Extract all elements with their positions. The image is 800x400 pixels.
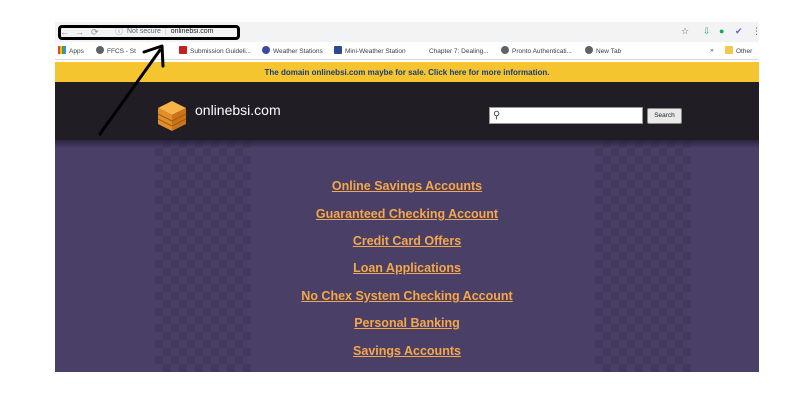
pdf-icon	[179, 46, 187, 54]
search-input[interactable]: ⚲	[489, 107, 643, 124]
grammarly-icon[interactable]: ●	[719, 26, 724, 37]
background-pattern	[595, 140, 691, 372]
main-content: Online Savings Accounts Guaranteed Check…	[55, 140, 759, 372]
site-header: onlinebsi.com ⚲ Search	[55, 82, 759, 140]
link-no-chex-system-checking[interactable]: No Chex System Checking Account	[55, 288, 759, 304]
apps-grid-icon	[58, 46, 66, 54]
link-guaranteed-checking-account[interactable]: Guaranteed Checking Account	[55, 206, 759, 222]
bookmarks-bar: Apps FFCS - St Submission Guideli... Wea…	[55, 42, 759, 60]
globe-icon	[585, 46, 593, 54]
bookmark-label: Weather Stations	[273, 48, 323, 55]
bookmark-apps[interactable]: Apps	[58, 46, 84, 57]
logo-cube-icon	[157, 101, 187, 131]
globe-icon	[96, 46, 104, 54]
bookmark-chapter7[interactable]: Chapter 7: Dealing...	[418, 46, 489, 57]
extension-icon[interactable]: ⇩	[703, 26, 711, 37]
search-icon: ⚲	[493, 110, 501, 121]
page-icon	[418, 46, 426, 54]
star-icon[interactable]: ☆	[681, 26, 689, 37]
bookmark-label: New Tab	[596, 48, 622, 55]
bookmark-new-tab[interactable]: New Tab	[585, 46, 621, 57]
link-online-savings-accounts[interactable]: Online Savings Accounts	[55, 178, 759, 194]
bookmark-label: FFCS - St	[107, 48, 136, 55]
header-shadow	[55, 140, 759, 148]
background-pattern	[155, 140, 251, 372]
folder-icon	[725, 46, 733, 54]
site-logo-text[interactable]: onlinebsi.com	[195, 102, 281, 118]
url-highlight-annotation	[58, 25, 240, 40]
globe-icon	[501, 46, 509, 54]
link-savings-accounts[interactable]: Savings Accounts	[55, 343, 759, 359]
address-bar: ← → ⟳ ⓘ Not secure | onlinebsi.com ☆ ⇩ ● ✔…	[55, 22, 759, 42]
bookmark-label: Apps	[69, 48, 84, 55]
bookmark-label: Other	[736, 48, 753, 55]
bookmark-pronto[interactable]: Pronto Authenticati...	[501, 46, 572, 57]
bookmark-label: Mini-Weather Station	[345, 48, 406, 55]
bookmark-label: Pronto Authenticati...	[512, 48, 572, 55]
weather-icon	[262, 46, 270, 54]
bookmarks-overflow[interactable]: »	[710, 46, 714, 56]
search-button[interactable]: Search	[647, 108, 682, 124]
bookmark-other[interactable]: Other	[725, 46, 752, 57]
check-icon[interactable]: ✔	[735, 26, 743, 37]
bookmark-label: Chapter 7: Dealing...	[429, 48, 489, 55]
bookmark-label: Submission Guideli...	[190, 48, 252, 55]
domain-sale-link[interactable]: The domain onlinebsi.com maybe for sale.…	[265, 68, 550, 77]
link-personal-banking[interactable]: Personal Banking	[55, 315, 759, 331]
menu-icon[interactable]: ⋮	[752, 26, 759, 37]
link-loan-applications[interactable]: Loan Applications	[55, 260, 759, 276]
domain-sale-banner: The domain onlinebsi.com maybe for sale.…	[55, 62, 759, 82]
bookmark-icon	[334, 46, 342, 54]
bookmark-mini-weather[interactable]: Mini-Weather Station	[334, 46, 406, 57]
bookmark-weather-stations[interactable]: Weather Stations	[262, 46, 323, 57]
link-credit-card-offers[interactable]: Credit Card Offers	[55, 233, 759, 249]
bookmark-ffcs[interactable]: FFCS - St	[96, 46, 136, 57]
browser-window: ← → ⟳ ⓘ Not secure | onlinebsi.com ☆ ⇩ ● ✔…	[55, 22, 759, 372]
bookmark-submission[interactable]: Submission Guideli...	[179, 46, 251, 57]
